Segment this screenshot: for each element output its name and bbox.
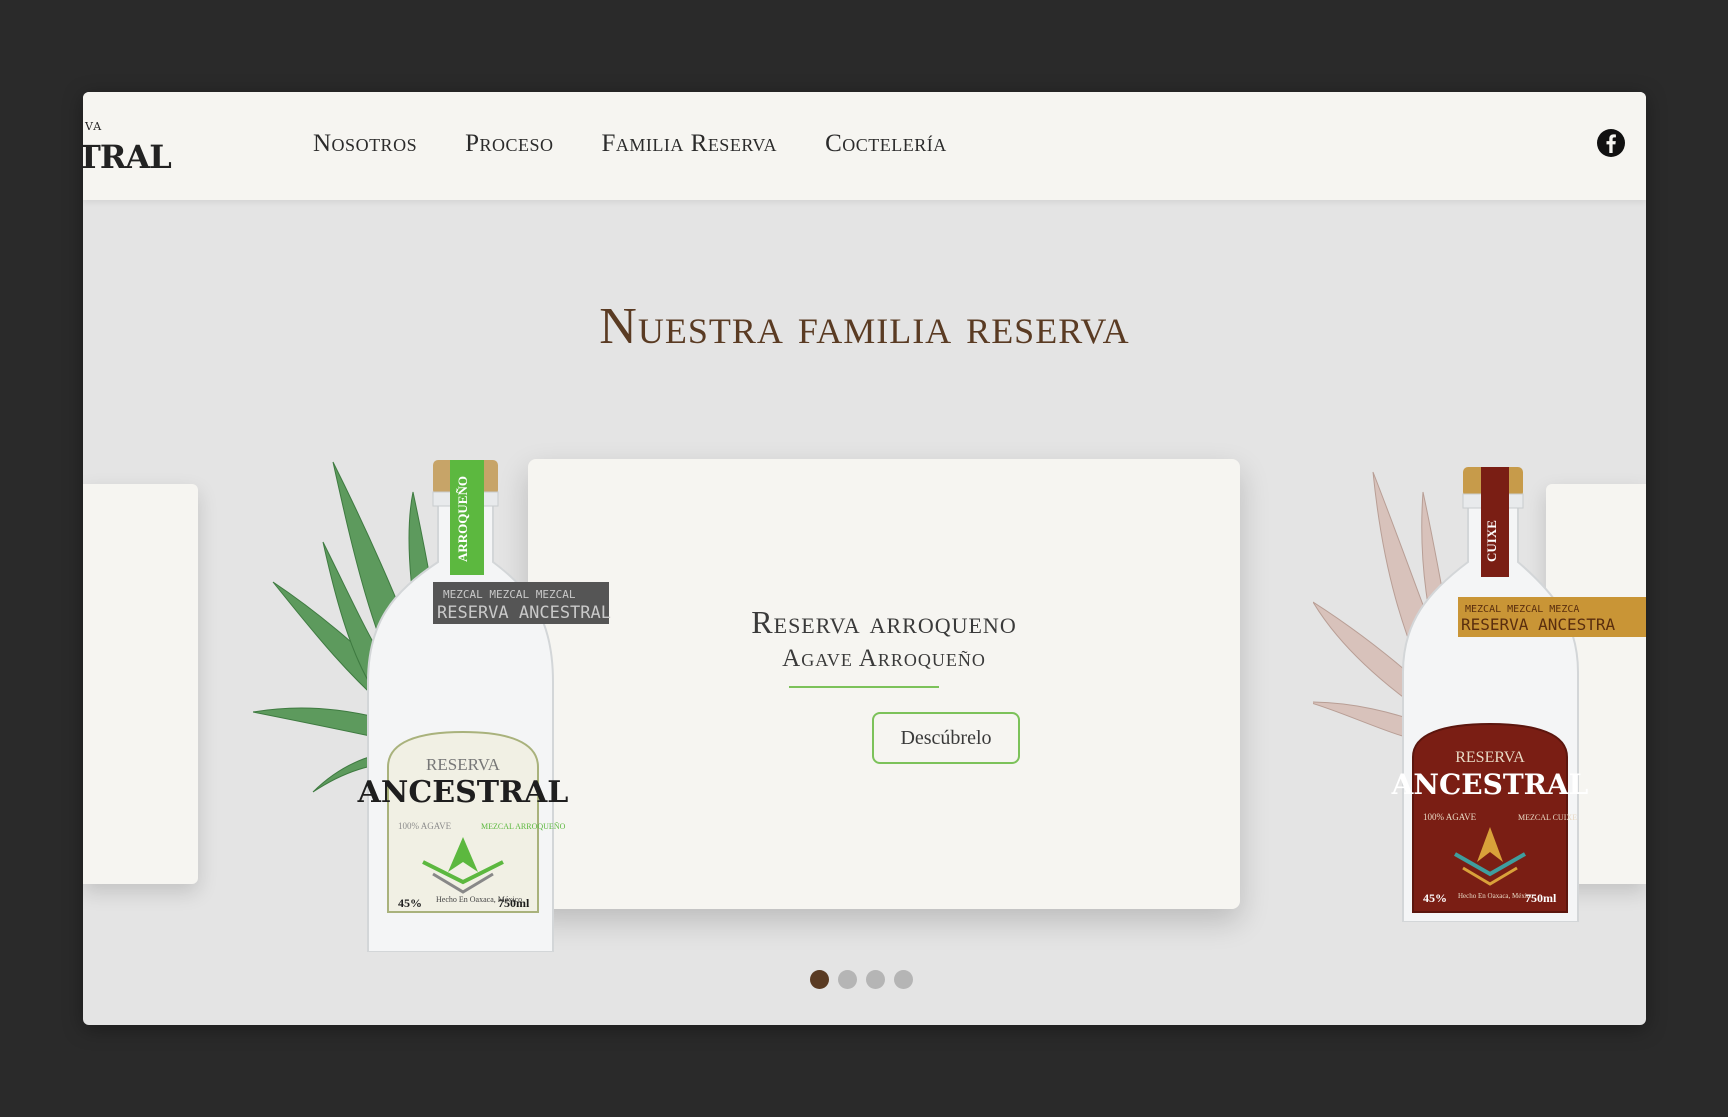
carousel-pagination (810, 970, 913, 989)
svg-text:RESERVA ANCESTRA: RESERVA ANCESTRA (1461, 615, 1615, 634)
svg-text:ANCESTRAL: ANCESTRAL (1391, 768, 1589, 801)
main-nav: Nosotros Proceso Familia Reserva Coctele… (313, 130, 995, 158)
logo-text: TRAL (83, 138, 172, 176)
carousel-card-prev[interactable] (83, 484, 198, 884)
bottle-arroqueno-image: ARROQUEÑO MEZCAL MEZCAL MEZCAL RESERVA A… (253, 460, 611, 952)
svg-text:100% AGAVE: 100% AGAVE (1423, 812, 1477, 822)
brand-logo[interactable]: VA TRAL (83, 112, 172, 182)
svg-text:RESERVA: RESERVA (426, 755, 501, 774)
svg-text:Hecho En Oaxaca, México: Hecho En Oaxaca, México (1458, 892, 1534, 900)
browser-frame: VA TRAL Nosotros Proceso Familia Reserva… (83, 92, 1646, 1025)
svg-text:RESERVA: RESERVA (1455, 749, 1525, 766)
svg-text:RESERVA ANCESTRAL: RESERVA ANCESTRAL (437, 603, 611, 623)
svg-text:ANCESTRAL: ANCESTRAL (357, 775, 569, 810)
neck-band-text: ARROQUEÑO (455, 476, 470, 562)
bottle-cuixe-image: CUIXE MEZCAL MEZCAL MEZCA RESERVA ANCEST… (1313, 467, 1646, 922)
bottle-body-left: ARROQUEÑO MEZCAL MEZCAL MEZCAL RESERVA A… (357, 460, 611, 952)
svg-text:750ml: 750ml (498, 896, 530, 910)
nav-link-familia-reserva[interactable]: Familia Reserva (602, 130, 778, 158)
carousel-dot-3[interactable] (866, 970, 885, 989)
facebook-icon[interactable] (1596, 128, 1626, 158)
svg-text:MEZCAL MEZCAL MEZCAL: MEZCAL MEZCAL MEZCAL (443, 588, 576, 601)
carousel-dot-4[interactable] (894, 970, 913, 989)
svg-text:100% AGAVE: 100% AGAVE (398, 821, 452, 831)
nav-link-nosotros[interactable]: Nosotros (313, 130, 417, 158)
svg-text:MEZCAL CUIXE: MEZCAL CUIXE (1518, 813, 1577, 822)
svg-text:MEZCAL ARROQUEÑO: MEZCAL ARROQUEÑO (481, 821, 566, 831)
navbar: VA TRAL Nosotros Proceso Familia Reserva… (83, 92, 1646, 200)
nav-link-proceso[interactable]: Proceso (465, 130, 553, 158)
svg-text:45%: 45% (398, 896, 422, 910)
nav-link-cocteleria[interactable]: Coctelería (825, 130, 947, 158)
carousel-dot-1[interactable] (810, 970, 829, 989)
carousel-dot-2[interactable] (838, 970, 857, 989)
svg-text:CUIXE: CUIXE (1484, 520, 1499, 562)
logo-top-text: VA (85, 120, 103, 133)
discover-button[interactable]: Descúbrelo (872, 712, 1020, 764)
title-divider (789, 686, 939, 688)
section-title: Nuestra familia reserva (599, 298, 1130, 355)
svg-text:MEZCAL MEZCAL MEZCA: MEZCAL MEZCAL MEZCA (1465, 604, 1579, 615)
svg-text:45%: 45% (1423, 891, 1447, 905)
svg-text:750ml: 750ml (1525, 891, 1557, 905)
